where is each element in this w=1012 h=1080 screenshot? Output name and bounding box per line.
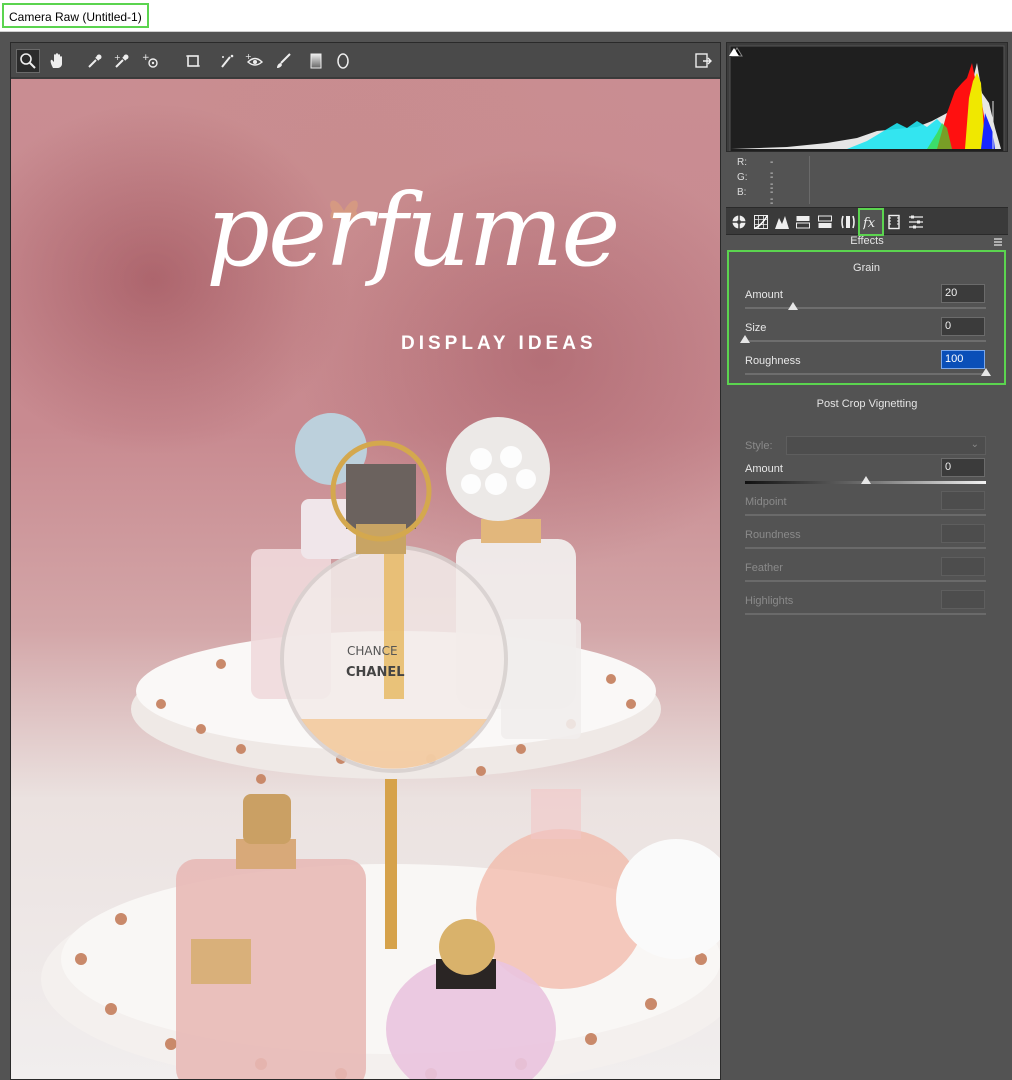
grain-size-label: Size <box>745 322 767 334</box>
color-sampler-tool-icon[interactable]: + <box>110 49 134 73</box>
rgb-row-b: B:--- <box>737 187 773 220</box>
spot-removal-tool-icon[interactable] <box>215 49 239 73</box>
chevron-down-icon: ⌄ <box>970 439 979 450</box>
rgb-readout: R:--- G:--- B:--- <box>726 154 1008 220</box>
vignetting-highlights-input <box>941 590 985 609</box>
tab-tone-curve-icon[interactable] <box>751 212 771 232</box>
svg-text:+: + <box>142 53 150 63</box>
g-label: G: <box>737 172 748 183</box>
vignetting-amount-slider[interactable] <box>860 476 871 484</box>
vignetting-highlights-row: Highlights <box>726 588 1008 621</box>
grain-roughness-track[interactable] <box>745 373 986 375</box>
r-label: R: <box>737 157 747 168</box>
grain-amount-input[interactable]: 20 <box>941 284 985 303</box>
vignetting-midpoint-row: Midpoint <box>726 489 1008 522</box>
hand-tool-icon[interactable] <box>45 49 69 73</box>
photo-preview[interactable]: perfume DISPLAY IDEAS CHANCE CHANEL <box>11 79 720 1079</box>
camera-raw-dialog: + + + perfume DISPLAY IDEAS CHANCE CHANE… <box>0 32 1012 1080</box>
svg-text:+: + <box>245 52 252 61</box>
grain-amount-slider[interactable] <box>788 302 799 310</box>
toggle-fullscreen-icon[interactable] <box>691 49 715 73</box>
grain-roughness-slider[interactable] <box>981 368 991 376</box>
vignetting-roundness-label: Roundness <box>745 529 801 541</box>
perfume-scene: CHANCE CHANEL <box>41 413 720 1079</box>
adjustment-brush-icon[interactable] <box>271 49 295 73</box>
grain-amount-track[interactable] <box>745 307 986 309</box>
bottle-label-1: CHANCE <box>347 644 398 658</box>
vignetting-feather-row: Feather <box>726 555 1008 588</box>
vignetting-feather-input <box>941 557 985 576</box>
preview-area: + + + perfume DISPLAY IDEAS CHANCE CHANE… <box>10 42 721 1080</box>
grain-amount-label: Amount <box>745 289 783 301</box>
tab-lens-corrections-icon[interactable] <box>838 212 858 232</box>
vignetting-midpoint-input <box>941 491 985 510</box>
zoom-tool-icon[interactable] <box>16 49 40 73</box>
vignetting-feather-label: Feather <box>745 562 783 574</box>
histogram <box>726 42 1008 152</box>
grain-amount-row: Amount 20 <box>726 282 1008 315</box>
grain-size-input[interactable]: 0 <box>941 317 985 336</box>
tab-camera-calibration-icon[interactable] <box>884 212 904 232</box>
tab-basic-icon[interactable] <box>729 212 749 232</box>
vignetting-style-label: Style: <box>745 440 773 452</box>
window-title: Camera Raw (Untitled-1) <box>2 3 149 28</box>
effects-panel-title: Effects <box>850 235 884 247</box>
vignetting-midpoint-track <box>745 514 986 516</box>
grain-roughness-row: Roughness 100 <box>726 348 1008 381</box>
grain-roughness-input[interactable]: 100 <box>941 350 985 369</box>
highlight-clipping-warning-icon[interactable] <box>727 46 741 58</box>
panel-menu-icon[interactable] <box>993 237 1003 247</box>
grain-size-slider[interactable] <box>740 335 750 343</box>
vignetting-feather-track <box>745 580 986 582</box>
grain-roughness-label: Roughness <box>745 355 801 367</box>
radial-filter-icon[interactable] <box>331 49 355 73</box>
vignetting-roundness-row: Roundness <box>726 522 1008 555</box>
adjustment-panel: R:--- G:--- B:--- fx <box>726 42 1008 1080</box>
vignetting-roundness-input <box>941 524 985 543</box>
crop-tool-icon[interactable] <box>181 49 205 73</box>
b-label: B: <box>737 187 747 198</box>
bottle-label-2: CHANEL <box>346 665 405 680</box>
rgb-row-g: G: --- <box>737 172 773 205</box>
grain-size-row: Size 0 <box>726 315 1008 348</box>
vignetting-roundness-track <box>745 547 986 549</box>
panel-tabs: fx <box>726 207 1008 236</box>
white-balance-tool-icon[interactable] <box>83 49 107 73</box>
tab-effects-icon[interactable]: fx <box>858 208 884 236</box>
tab-hsl-icon[interactable] <box>793 212 813 232</box>
tab-split-toning-icon[interactable] <box>815 212 835 232</box>
grain-title: Grain <box>853 262 880 274</box>
vignetting-midpoint-label: Midpoint <box>745 496 787 508</box>
vignetting-style-row: Style: ⌄ <box>726 436 1008 458</box>
window-titlebar: Camera Raw (Untitled-1) <box>0 0 1012 32</box>
tab-detail-icon[interactable] <box>772 212 792 232</box>
targeted-adjustment-tool-icon[interactable]: + <box>139 49 163 73</box>
vignetting-amount-input[interactable]: 0 <box>941 458 985 477</box>
vignetting-amount-row: Amount 0 <box>726 456 1008 489</box>
vignetting-style-select[interactable]: ⌄ <box>786 436 986 455</box>
tool-bar: + + + <box>11 43 720 78</box>
vignetting-highlights-track <box>745 613 986 615</box>
red-eye-tool-icon[interactable]: + <box>242 49 266 73</box>
svg-text:fx: fx <box>863 216 876 230</box>
rgb-row-r: R: --- <box>737 157 773 190</box>
tab-presets-icon[interactable] <box>906 212 926 232</box>
vignetting-title: Post Crop Vignetting <box>816 398 918 410</box>
graduated-filter-icon[interactable] <box>304 49 328 73</box>
vignetting-amount-label: Amount <box>745 463 783 475</box>
svg-text:+: + <box>114 53 121 62</box>
grain-size-track[interactable] <box>745 340 986 342</box>
vignetting-highlights-label: Highlights <box>745 595 794 607</box>
